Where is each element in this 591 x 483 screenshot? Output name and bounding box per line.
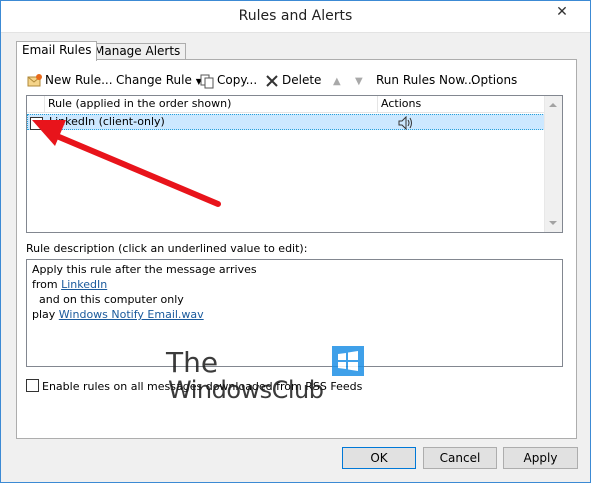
red-arrow-annotation [32,120,221,207]
tab-email-rules[interactable]: Email Rules [16,41,98,61]
